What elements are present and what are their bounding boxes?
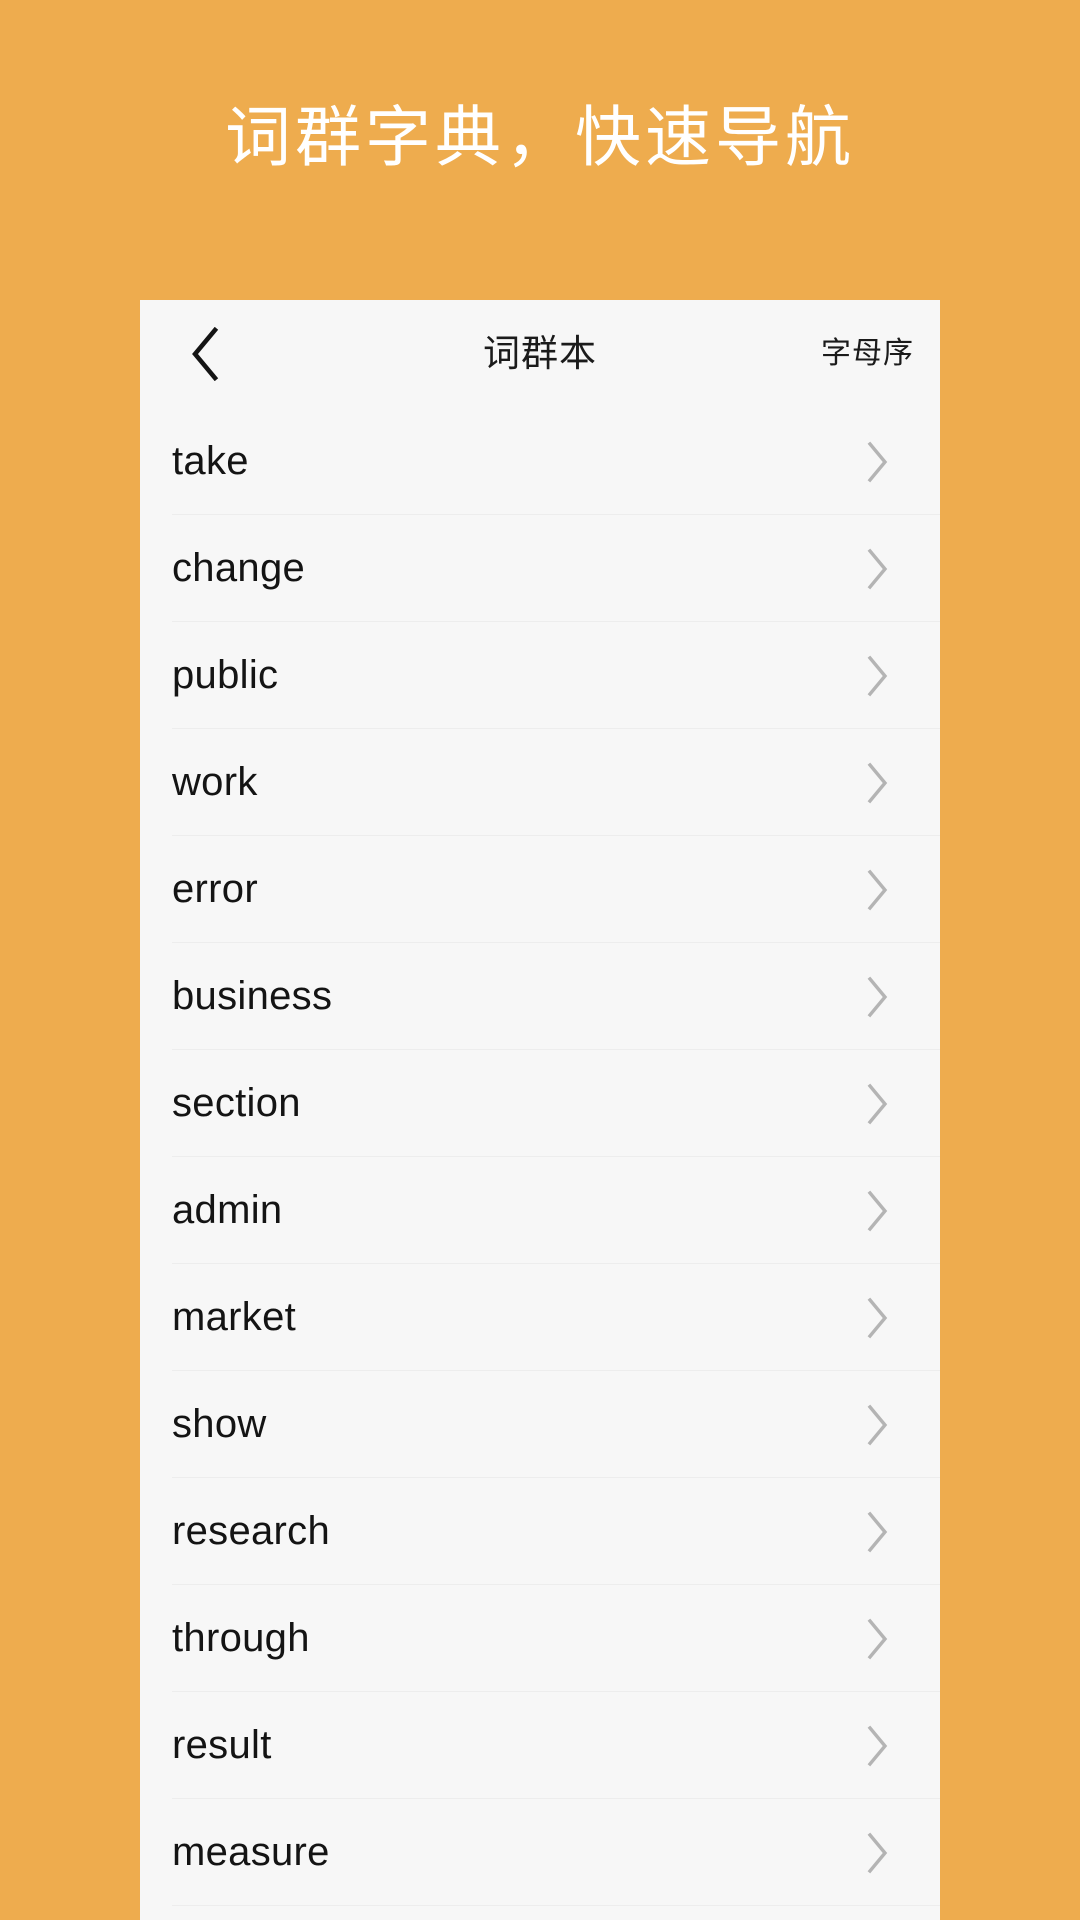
chevron-right-icon	[864, 975, 892, 1019]
chevron-right-icon	[864, 1724, 892, 1768]
chevron-right-icon	[864, 440, 892, 484]
chevron-right-icon	[864, 1082, 892, 1126]
word-label: error	[172, 867, 258, 911]
word-label: through	[172, 1616, 310, 1660]
word-label: measure	[172, 1830, 330, 1874]
word-list-row[interactable]: result	[140, 1692, 940, 1799]
word-label: result	[172, 1723, 272, 1767]
word-group-list: take change public work error business s…	[140, 408, 940, 1906]
word-list-row[interactable]: admin	[140, 1157, 940, 1264]
word-label: section	[172, 1081, 301, 1125]
promo-headline: 词群字典，快速导航	[225, 100, 855, 174]
word-label: business	[172, 974, 333, 1018]
app-screenshot-card: 词群本 字母序 take change public work error bu…	[140, 300, 940, 1920]
chevron-right-icon	[864, 654, 892, 698]
word-label: market	[172, 1295, 297, 1339]
word-list-row[interactable]: through	[140, 1585, 940, 1692]
word-label: work	[172, 760, 258, 804]
word-list-row[interactable]: change	[140, 515, 940, 622]
chevron-right-icon	[864, 1617, 892, 1661]
word-list-row[interactable]: work	[140, 729, 940, 836]
chevron-right-icon	[864, 547, 892, 591]
chevron-right-icon	[864, 1831, 892, 1875]
word-list-row[interactable]: research	[140, 1478, 940, 1585]
word-list-row[interactable]: measure	[140, 1799, 940, 1906]
chevron-right-icon	[864, 868, 892, 912]
page-title: 词群本	[483, 333, 597, 374]
word-label: admin	[172, 1188, 283, 1232]
word-label: show	[172, 1402, 267, 1446]
word-list-row[interactable]: take	[140, 408, 940, 515]
promo-screen: 词群字典，快速导航 词群本 字母序 take change public wor…	[0, 0, 1080, 1920]
word-label: research	[172, 1509, 331, 1553]
chevron-right-icon	[864, 1189, 892, 1233]
word-list-row[interactable]: section	[140, 1050, 940, 1157]
navigation-bar: 词群本 字母序	[140, 300, 940, 408]
word-list-row[interactable]: error	[140, 836, 940, 943]
chevron-right-icon	[864, 1403, 892, 1447]
chevron-right-icon	[864, 1510, 892, 1554]
word-list-row[interactable]: business	[140, 943, 940, 1050]
word-list-row[interactable]: market	[140, 1264, 940, 1371]
sort-order-button[interactable]: 字母序	[821, 300, 914, 408]
word-label: take	[172, 439, 249, 483]
word-label: change	[172, 546, 306, 590]
word-list-row[interactable]: show	[140, 1371, 940, 1478]
chevron-right-icon	[864, 761, 892, 805]
word-list-row[interactable]: public	[140, 622, 940, 729]
word-label: public	[172, 653, 279, 697]
chevron-right-icon	[864, 1296, 892, 1340]
